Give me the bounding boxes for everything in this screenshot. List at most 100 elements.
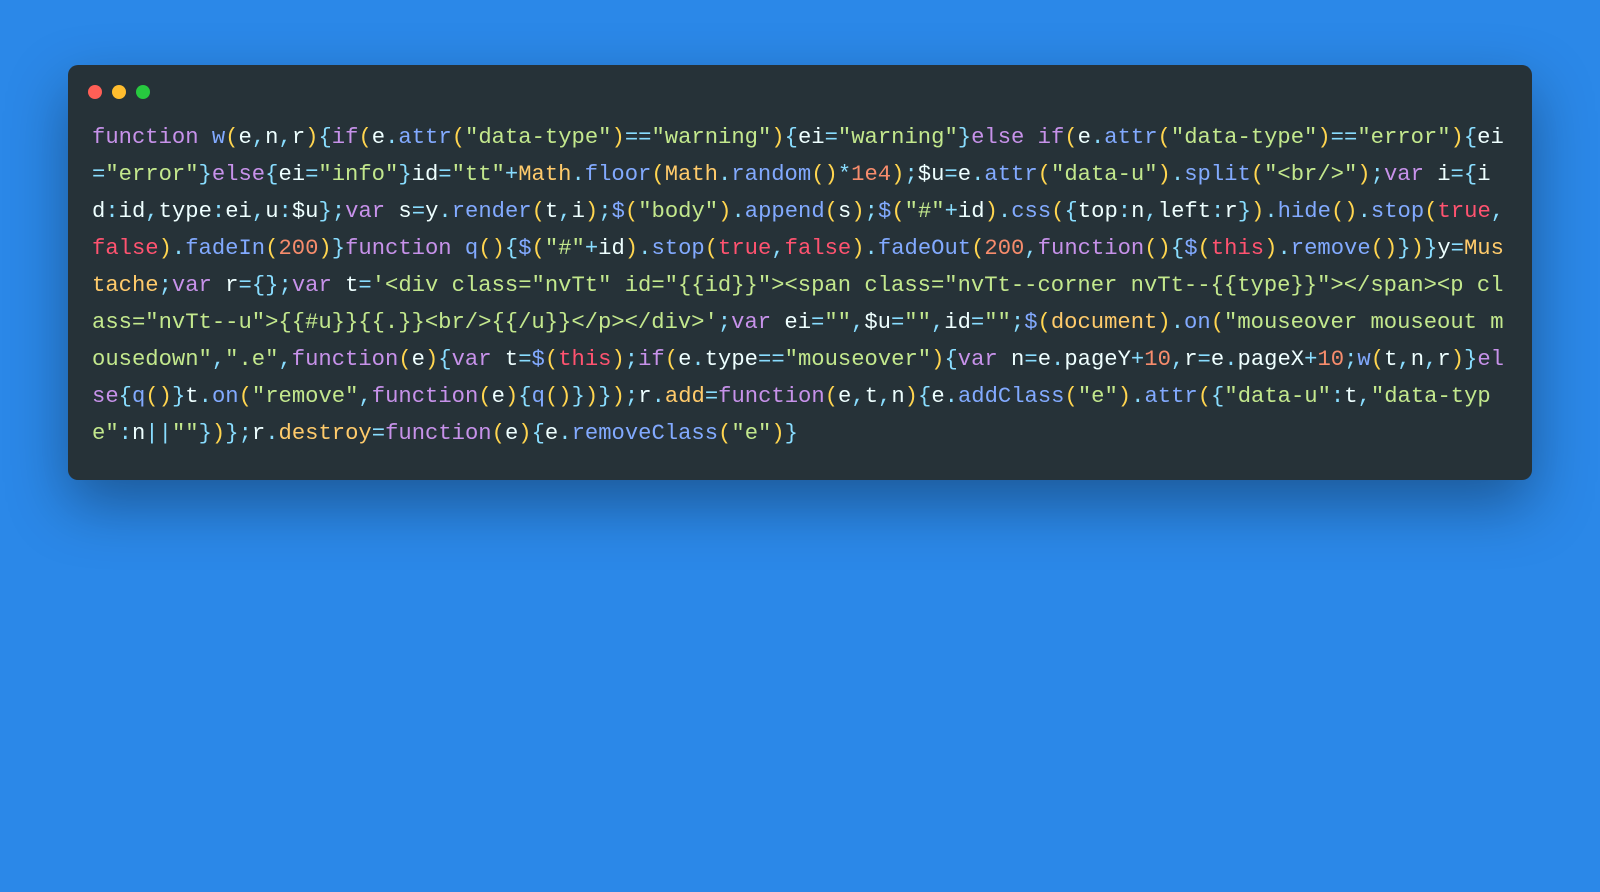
- code-token: false: [92, 236, 159, 261]
- code-token: ): [625, 236, 638, 261]
- code-token: n: [1131, 199, 1144, 224]
- window-minimize-icon[interactable]: [112, 85, 126, 99]
- code-token: =: [305, 162, 318, 187]
- code-token: this: [558, 347, 611, 372]
- code-token: .: [1091, 125, 1104, 150]
- code-token: (: [1144, 236, 1157, 261]
- code-token: id: [412, 162, 439, 187]
- code-token: (: [1371, 236, 1384, 261]
- window-close-icon[interactable]: [88, 85, 102, 99]
- code-token: .: [1277, 236, 1290, 261]
- code-token: ): [1411, 236, 1424, 261]
- code-token: (: [1038, 310, 1051, 335]
- code-token: ,: [252, 125, 265, 150]
- code-token: floor: [585, 162, 652, 187]
- code-token: 200: [984, 236, 1024, 261]
- code-token: {: [1464, 162, 1477, 187]
- code-token: append: [745, 199, 825, 224]
- code-token: destroy: [279, 421, 372, 446]
- code-token: }: [1397, 236, 1410, 261]
- code-token: }: [1424, 236, 1437, 261]
- code-token: n: [891, 384, 904, 409]
- code-token: (: [532, 199, 545, 224]
- code-token: ): [985, 199, 998, 224]
- code-token: (: [971, 236, 984, 261]
- code-token: (: [718, 421, 731, 446]
- code-token: ==: [1331, 125, 1358, 150]
- code-token: (: [532, 236, 545, 261]
- code-token: (: [1064, 125, 1077, 150]
- code-token: ): [1158, 162, 1171, 187]
- code-token: :: [212, 199, 225, 224]
- code-token: var: [292, 273, 345, 298]
- code-token: }: [199, 162, 212, 187]
- code-token: var: [731, 310, 784, 335]
- code-token: {: [918, 384, 931, 409]
- code-token: remove: [1291, 236, 1371, 261]
- code-token: ,: [1424, 347, 1437, 372]
- code-token: .: [718, 162, 731, 187]
- code-token: var: [345, 199, 398, 224]
- code-token: $: [878, 199, 891, 224]
- code-token: (: [625, 199, 638, 224]
- window-zoom-icon[interactable]: [136, 85, 150, 99]
- code-token: =: [825, 125, 838, 150]
- code-token: var: [452, 347, 505, 372]
- code-token: ): [771, 125, 784, 150]
- code-token: function: [372, 384, 479, 409]
- code-token: e: [505, 421, 518, 446]
- code-token: ): [1118, 384, 1131, 409]
- code-token: ,: [145, 199, 158, 224]
- code-token: .: [971, 162, 984, 187]
- code-token: pageX: [1238, 347, 1305, 372]
- code-token: r: [292, 125, 305, 150]
- code-token: (: [1038, 162, 1051, 187]
- code-token: pageY: [1064, 347, 1131, 372]
- code-token: ;: [1344, 347, 1357, 372]
- code-token: =: [372, 421, 385, 446]
- code-token: ): [611, 347, 624, 372]
- code-token: var: [172, 273, 225, 298]
- code-token: function: [385, 421, 492, 446]
- code-token: fadeIn: [185, 236, 265, 261]
- code-token: (: [265, 236, 278, 261]
- code-token: r: [638, 384, 651, 409]
- code-token: "tt": [452, 162, 505, 187]
- code-token: on: [1184, 310, 1211, 335]
- code-token: ,: [1397, 347, 1410, 372]
- code-token: (: [452, 125, 465, 150]
- code-token: function: [1038, 236, 1145, 261]
- code-token: id: [958, 199, 985, 224]
- code-token: ): [585, 384, 598, 409]
- code-token: q: [532, 384, 545, 409]
- code-token: ): [851, 236, 864, 261]
- code-token: (: [705, 236, 718, 261]
- code-token: .: [1171, 162, 1184, 187]
- code-token: }: [398, 162, 411, 187]
- code-token: ,: [278, 347, 291, 372]
- code-token: "": [172, 421, 199, 446]
- code-token: ): [612, 384, 625, 409]
- code-token: }: [958, 125, 971, 150]
- code-token: e: [931, 384, 944, 409]
- code-token: render: [452, 199, 532, 224]
- code-token: r: [1437, 347, 1450, 372]
- titlebar: [68, 65, 1532, 119]
- code-token: "info": [318, 162, 398, 187]
- code-token: ): [1357, 162, 1370, 187]
- code-token: var: [958, 347, 1011, 372]
- code-token: ==: [625, 125, 652, 150]
- code-token: (: [145, 384, 158, 409]
- code-token: ,: [358, 384, 371, 409]
- code-token: $: [1024, 310, 1037, 335]
- code-token: "<br/>": [1264, 162, 1357, 187]
- code-token: {: [1065, 199, 1078, 224]
- code-token: q: [465, 236, 478, 261]
- code-token: (: [1051, 199, 1064, 224]
- code-token: ;: [332, 199, 345, 224]
- code-token: e: [1078, 125, 1091, 150]
- code-token: n: [1411, 347, 1424, 372]
- code-token: +: [585, 236, 598, 261]
- code-token: =: [971, 310, 984, 335]
- code-token: $: [532, 347, 545, 372]
